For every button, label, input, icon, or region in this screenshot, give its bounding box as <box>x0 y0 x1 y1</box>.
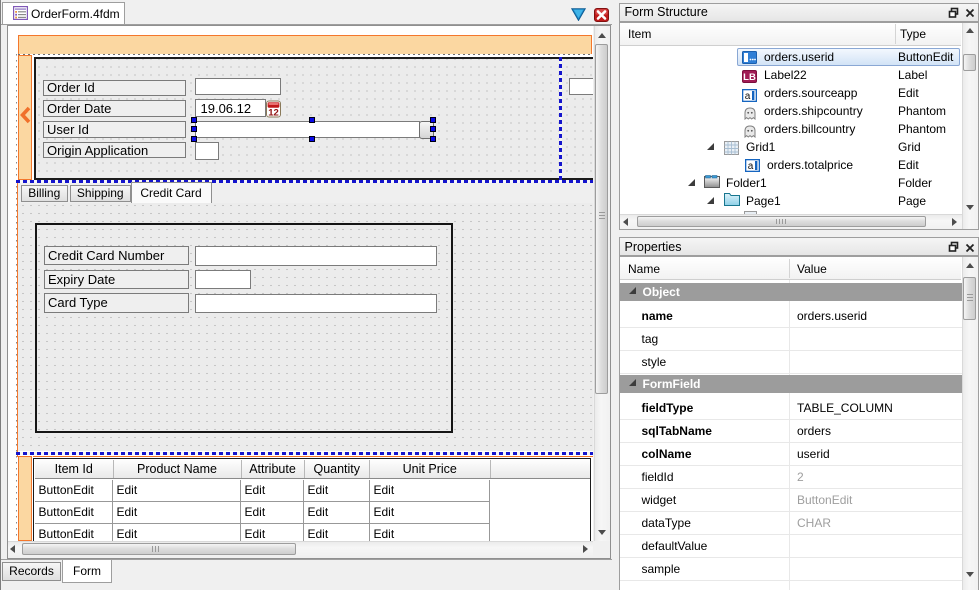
svg-text:a: a <box>745 91 751 102</box>
svg-text:12: 12 <box>268 107 279 118</box>
svg-text:a: a <box>748 161 754 172</box>
svg-text:LB: LB <box>743 72 756 83</box>
